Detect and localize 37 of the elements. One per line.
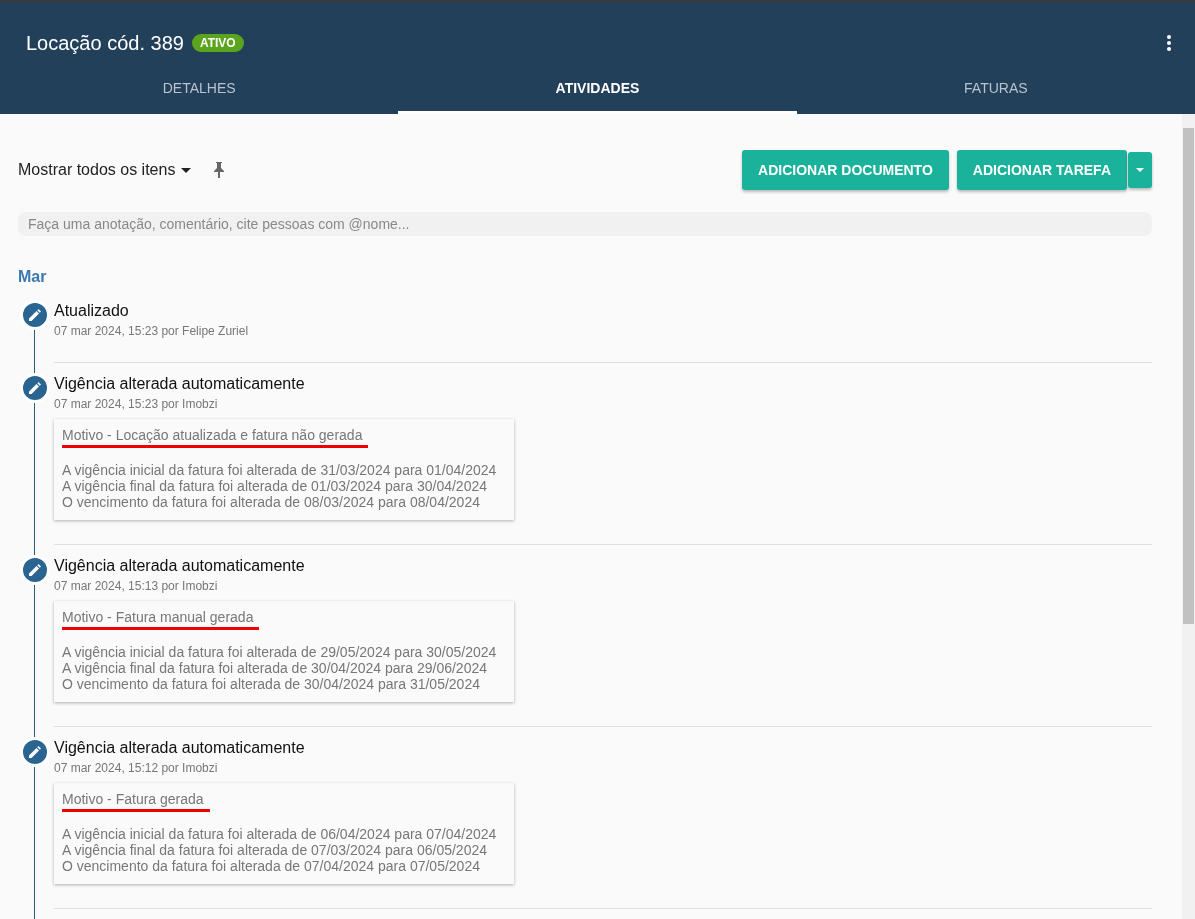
status-badge: ATIVO [191, 34, 244, 52]
tab[interactable]: DETALHES [0, 64, 399, 114]
scrollbar[interactable] [1183, 128, 1194, 624]
note-line: A vigência final da fatura foi alterada de 07/03/2024 para 06/05/2024 [62, 842, 488, 858]
activity-title: Vigência alterada automaticamente [54, 375, 306, 393]
note-line: A vigência inicial da fatura foi alterada de 06/04/2024 para 07/04/2024 [62, 826, 498, 842]
note-line: O vencimento da fatura foi alterada de 07/04/2024 para 07/05/2024 [62, 858, 481, 874]
note-line: A vigência inicial da fatura foi alterada de 31/03/2024 para 01/04/2024 [62, 462, 498, 478]
caret-icon [181, 167, 192, 173]
note-reason: Motivo - Fatura gerada [62, 791, 210, 812]
note-line: O vencimento da fatura foi alterada de 08/03/2024 para 08/04/2024 [62, 494, 481, 510]
edit-icon [19, 300, 50, 330]
activity-title: Vigência alterada automaticamente [54, 739, 306, 757]
tab[interactable]: FATURAS [796, 64, 1195, 114]
comment-field[interactable]: Faça uma anotação, comentário, cite pessoas com @nome... [18, 212, 1152, 236]
note-line: O vencimento da fatura foi alterada de 30/04/2024 para 31/05/2024 [62, 676, 481, 692]
activity-meta: 07 mar 2024, 15:13 por Imobzi [54, 579, 219, 593]
activity-title: Atualizado [54, 302, 130, 320]
note-line: A vigência inicial da fatura foi alterada de 29/05/2024 para 30/05/2024 [62, 644, 498, 660]
month-heading: Mar [18, 268, 48, 286]
edit-icon [19, 555, 50, 585]
note-reason: Motivo - Locação atualizada e fatura não gerada [62, 427, 369, 448]
caret-icon [1136, 168, 1144, 172]
tab[interactable]: ATIVIDADES [398, 64, 797, 114]
activity-title: Vigência alterada automaticamente [54, 557, 306, 575]
edit-icon [19, 737, 50, 767]
filter-dropdown[interactable]: Mostrar todos os itens [18, 161, 192, 179]
edit-icon [19, 373, 50, 403]
activity-meta: 07 mar 2024, 15:12 por Imobzi [54, 761, 219, 775]
note-reason: Motivo - Fatura manual gerada [62, 609, 260, 630]
pin-icon[interactable] [213, 161, 226, 179]
note-line: A vigência final da fatura foi alterada de 01/03/2024 para 30/04/2024 [62, 478, 488, 494]
activity-meta: 07 mar 2024, 15:23 por Imobzi [54, 397, 219, 411]
activity-meta: 07 mar 2024, 15:23 por Felipe Zuriel [54, 324, 250, 338]
more-icon[interactable] [1167, 35, 1171, 51]
page-title: Locação cód. 389 [26, 31, 184, 55]
note-line: A vigência final da fatura foi alterada de 30/04/2024 para 29/06/2024 [62, 660, 488, 676]
